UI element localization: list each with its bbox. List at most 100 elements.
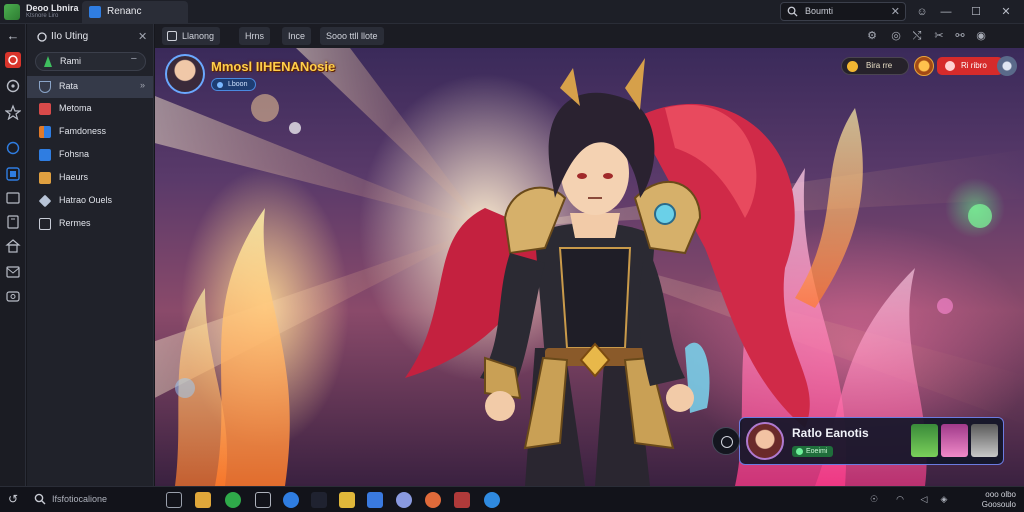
tab-app-icon: [89, 6, 101, 18]
sidebar-item-label: Famdoness: [59, 126, 107, 136]
team-member-avatar[interactable]: [941, 424, 968, 457]
window-icon[interactable]: [5, 190, 21, 206]
edge-icon[interactable]: [283, 492, 299, 508]
sidebar-item-famdoness[interactable]: Famdoness: [27, 121, 153, 143]
start-icon[interactable]: ↺: [8, 492, 18, 506]
red-action-button[interactable]: Ri ribro: [937, 57, 1003, 75]
team-member-avatar[interactable]: [911, 424, 938, 457]
hero-avatar[interactable]: [165, 54, 205, 94]
sidebar-item-metoma[interactable]: Metoma: [27, 98, 153, 120]
app-icon[interactable]: [311, 492, 327, 508]
toolbar-button-llanong[interactable]: Llanong: [162, 27, 221, 45]
store-icon[interactable]: [5, 166, 21, 182]
battle-panel-title: Ratlo Eanotis: [792, 426, 869, 440]
sidebar-item-label: Metoma: [59, 103, 92, 113]
mail-icon[interactable]: [5, 264, 21, 280]
clear-search-icon[interactable]: ✕: [891, 5, 900, 18]
left-rail: ←: [0, 24, 26, 486]
globe-icon[interactable]: [5, 140, 21, 156]
back-arrow-icon[interactable]: ←: [5, 28, 21, 44]
gamepad-icon[interactable]: [5, 78, 21, 94]
wifi-icon[interactable]: ◠: [894, 494, 906, 506]
star-icon[interactable]: [4, 104, 22, 121]
profile-icon[interactable]: ☺: [913, 3, 931, 21]
building-icon[interactable]: [5, 238, 21, 254]
player-avatar[interactable]: [914, 56, 934, 76]
toolbar-button-label: Ince: [288, 31, 306, 41]
battle-panel-badge: Eoeimi: [792, 446, 834, 457]
hero-name: Mmosl IIHENANosie: [211, 59, 336, 74]
sidebar-item-rata[interactable]: Rata »: [27, 76, 153, 98]
triangle-icon: [44, 56, 52, 67]
settings-icon[interactable]: ⚙: [864, 28, 880, 44]
volume-icon[interactable]: ◁: [918, 494, 930, 506]
record-icon[interactable]: ◎: [888, 28, 904, 44]
bag-icon: [39, 172, 51, 184]
camera-icon[interactable]: ◉: [973, 28, 989, 44]
card-icon: [39, 149, 51, 161]
taskbar-search-text[interactable]: Ifsfotiocalione: [52, 494, 107, 504]
people-icon[interactable]: ☉: [868, 494, 880, 506]
sidebar-item-hatrao-ouels[interactable]: Hatrao Ouels: [27, 190, 153, 212]
toolbar-button-label: Sooo ttll llote: [326, 31, 378, 41]
game-settings-icon[interactable]: [997, 56, 1017, 76]
currency-pill[interactable]: Bira rre: [841, 57, 909, 75]
sidebar-item-haeurs[interactable]: Haeurs: [27, 167, 153, 189]
game-viewport[interactable]: Mmosl IIHENANosie Lboon Bira rre Ri ribr…: [155, 48, 1024, 486]
sidebar-item-label: Rermes: [59, 218, 91, 228]
hero-profile-card[interactable]: Mmosl IIHENANosie Lboon: [165, 54, 335, 100]
spotify-icon[interactable]: [225, 492, 241, 508]
sidebar-header: IIo Uting: [51, 31, 89, 42]
home-icon[interactable]: [5, 52, 21, 68]
task-view-icon[interactable]: [166, 492, 182, 508]
search-icon: [787, 6, 798, 17]
account-select-label: Rami: [60, 56, 82, 66]
camera-icon[interactable]: [5, 288, 21, 304]
chevron-icon: »: [139, 80, 145, 90]
browser-icon[interactable]: [396, 492, 412, 508]
sidebar-item-label: Hatrao Ouels: [59, 195, 113, 205]
tab-title: Renanc: [107, 6, 142, 17]
shield-icon: [39, 81, 51, 93]
currency-label: Bira rre: [866, 61, 893, 70]
chat-icon[interactable]: [484, 492, 500, 508]
panel-toggle-icon[interactable]: [712, 427, 740, 455]
toolbar-button-sooo[interactable]: Sooo ttll llote: [320, 27, 384, 45]
sidebar-close-icon[interactable]: ✕: [138, 30, 147, 43]
library-icon[interactable]: [5, 214, 21, 230]
minimize-button[interactable]: —: [937, 3, 955, 21]
media-icon[interactable]: [454, 492, 470, 508]
maximize-button[interactable]: ☐: [967, 3, 985, 21]
app-subtitle: Ktsnore Liro: [26, 13, 59, 19]
active-tab[interactable]: Renanc: [82, 1, 188, 23]
sidebar-item-label: Rata: [59, 81, 79, 91]
red-action-label: Ri ribro: [961, 61, 987, 70]
search-icon[interactable]: [34, 493, 46, 505]
folder-icon[interactable]: [195, 492, 211, 508]
terminal-icon[interactable]: [255, 492, 271, 508]
shuffle-icon[interactable]: ⤭: [909, 28, 925, 44]
toolbar-button-hrns[interactable]: Hrns: [239, 27, 271, 45]
account-select[interactable]: Rami −: [35, 52, 146, 71]
toolbar-button-label: Hrns: [245, 31, 265, 41]
link-icon[interactable]: ⚯: [952, 28, 968, 44]
clock[interactable]: ooo olbo Goosoulo: [950, 490, 1016, 510]
sidebar-item-fohsna[interactable]: Fohsna: [27, 144, 153, 166]
search-input[interactable]: Boumti ✕: [780, 2, 906, 21]
toolbar-button-ince[interactable]: Ince: [282, 27, 312, 45]
sidebar-item-rermes[interactable]: Rermes: [27, 213, 153, 235]
team-member-avatar[interactable]: [971, 424, 998, 457]
game-app-icon[interactable]: [425, 492, 441, 508]
sidebar-item-label: Haeurs: [59, 172, 89, 182]
close-button[interactable]: ✕: [997, 3, 1015, 21]
diamond-icon: [38, 194, 52, 208]
tools-icon[interactable]: ✂: [931, 28, 947, 44]
notification-icon[interactable]: ◈: [938, 494, 950, 506]
app-name: Deoo Lbnira: [26, 3, 79, 13]
battle-panel[interactable]: Ratlo Eanotis Eoeimi: [712, 417, 1004, 465]
wifi-icon: [37, 32, 47, 42]
taskbar: ↺ Ifsfotiocalione ☉ ◠ ◁ ◈ ooo olbo Gooso…: [0, 486, 1024, 512]
explorer-icon[interactable]: [339, 492, 355, 508]
search-value: Boumti: [805, 6, 834, 16]
store-icon[interactable]: [367, 492, 383, 508]
